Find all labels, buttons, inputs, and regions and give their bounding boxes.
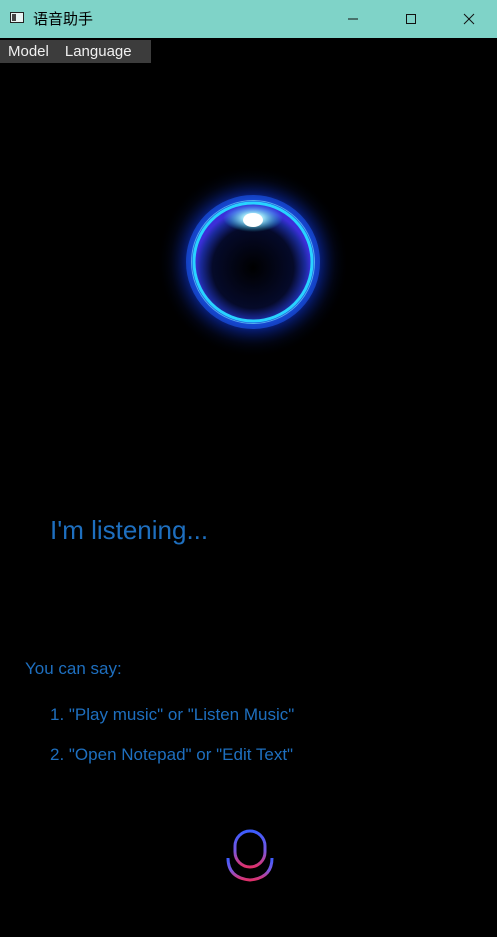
microphone-icon [226,829,274,884]
microphone-button[interactable] [222,828,278,886]
minimize-button[interactable] [324,0,382,38]
maximize-icon [406,14,416,24]
close-icon [463,13,475,25]
menu-language[interactable]: Language [49,40,132,63]
app-window-icon [10,12,24,23]
menu-model[interactable]: Model [0,40,49,63]
hint-title: You can say: [25,659,122,678]
listening-orb-icon [157,166,349,358]
hint-item: 1. "Play music" or "Listen Music" [50,705,295,724]
close-button[interactable] [440,0,497,38]
window-title: 语音助手 [33,10,94,28]
listening-orb [153,160,353,360]
title-bar: 语音助手 [0,0,497,38]
maximize-button[interactable] [382,0,440,38]
menu-bar: Model Language [0,40,151,63]
listening-status: I'm listening... [50,515,209,545]
minimize-icon [348,18,358,20]
hint-item: 2. "Open Notepad" or "Edit Text" [50,745,294,764]
